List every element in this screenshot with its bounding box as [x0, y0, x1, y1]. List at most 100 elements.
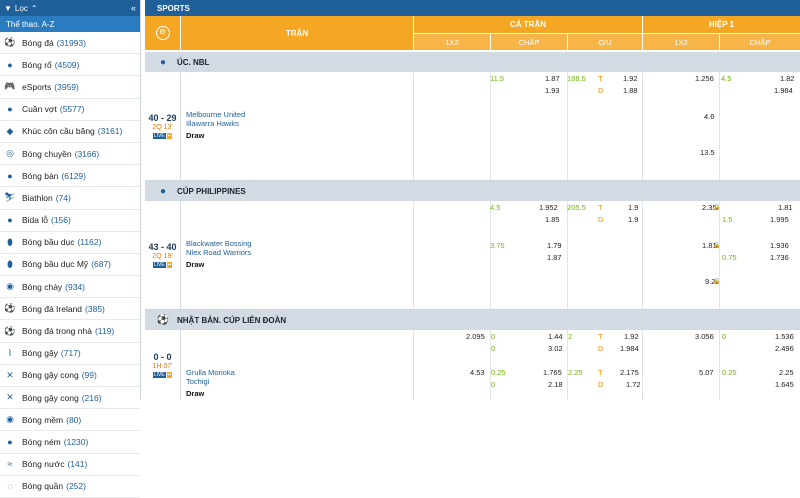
- ft-handicap-odds[interactable]: 1.44: [548, 332, 563, 341]
- h1-handicap-odds[interactable]: 1.81: [778, 203, 793, 212]
- h1-1x2-odds[interactable]: 1.256: [695, 74, 714, 83]
- league-name: ÚC. NBL: [177, 57, 210, 67]
- sidebar-item[interactable]: ≈ Bóng nước (141): [0, 454, 140, 476]
- sidebar-item[interactable]: ⬮ Bóng bầu dục Mỹ (687): [0, 254, 140, 277]
- ft-over-under-header: O/U: [568, 34, 642, 50]
- live-badge-icon[interactable]: LIVE: [152, 372, 166, 378]
- league-row[interactable]: ● ÚC. NBL: [145, 52, 800, 72]
- match-row: 43 - 40 2Q 19' LIVE ▪▪ Blackwater Bossing…: [145, 201, 800, 310]
- h1-handicap-odds[interactable]: 1.82: [780, 74, 795, 83]
- ft-ou-over-label: T: [598, 332, 603, 341]
- away-team[interactable]: Tochigi: [186, 377, 306, 386]
- volleyball-icon: ◎: [6, 148, 14, 159]
- sidebar-item[interactable]: ⚽ Bóng đá trong nhà (119): [0, 320, 140, 343]
- ft-ou-odds[interactable]: 1.92: [624, 332, 639, 341]
- sidebar-item[interactable]: ◉ Bóng chày (934): [0, 276, 140, 299]
- ft-1x2-odds[interactable]: 4.53: [470, 368, 485, 377]
- h1-handicap-odds[interactable]: 1.936: [770, 241, 789, 250]
- h1-1x2-odds[interactable]: 3.056: [695, 332, 714, 341]
- gamepad-icon: 🎮: [4, 81, 16, 92]
- sidebar-item[interactable]: ● Bóng ném (1230): [0, 431, 140, 454]
- h1-handicap-odds[interactable]: 1.984: [774, 86, 793, 95]
- h1-handicap-odds[interactable]: 1.645: [775, 380, 794, 389]
- h1-handicap-odds[interactable]: 1.536: [775, 332, 794, 341]
- ft-handicap-odds[interactable]: 1.93: [545, 86, 560, 95]
- match-period: 2Q 19': [152, 253, 173, 260]
- ft-ou-odds[interactable]: 1.984: [620, 344, 639, 353]
- ft-handicap-odds[interactable]: 1.87: [545, 74, 560, 83]
- league-row[interactable]: ● CÚP PHILIPPINES: [145, 181, 800, 201]
- sidebar-item-label: Bóng đá trong nhà: [22, 326, 92, 337]
- sidebar-item[interactable]: ◆ Khúc côn cầu băng (3161): [0, 121, 140, 143]
- sidebar-item-count: (4509): [54, 59, 80, 70]
- filter-button[interactable]: ▼ Lọc ⌃: [4, 4, 38, 13]
- ft-ou-odds[interactable]: 1.72: [626, 380, 641, 389]
- live-badge-icon[interactable]: LIVE: [152, 262, 166, 268]
- away-team[interactable]: Nlex Road Warriors: [186, 248, 306, 257]
- ft-handicap-odds[interactable]: 2.18: [548, 380, 563, 389]
- match-column-header: TRẬN: [181, 16, 413, 50]
- sidebar-item[interactable]: ⌇ Bóng gậy (717): [0, 343, 140, 365]
- h1-handicap-odds[interactable]: 1.736: [770, 253, 789, 262]
- first-half-header: HIỆP 1: [643, 16, 800, 33]
- h1-handicap-odds[interactable]: 2.496: [775, 344, 794, 353]
- ft-handicap-line: 0: [491, 344, 496, 353]
- h1-1x2-odds[interactable]: 5.07: [699, 368, 714, 377]
- ft-handicap-odds[interactable]: 1.765: [543, 368, 562, 377]
- ft-ou-odds[interactable]: 2.175: [620, 368, 639, 377]
- sidebar-item[interactable]: ● Cuần vợt (5577): [0, 99, 140, 121]
- soccer-ball-icon: ⚽: [156, 314, 170, 326]
- live-badge-icon[interactable]: LIVE: [152, 133, 166, 139]
- ft-handicap-odds[interactable]: 1.85: [545, 215, 560, 224]
- sidebar-item-count: (6129): [61, 170, 86, 181]
- ft-handicap-odds[interactable]: 1.87: [547, 253, 562, 262]
- stats-badge-icon[interactable]: ▪▪: [166, 262, 173, 268]
- h1-handicap-line: 0: [722, 332, 727, 341]
- collapse-sidebar-icon[interactable]: «: [131, 3, 136, 13]
- home-team[interactable]: Melbourne United: [186, 110, 306, 119]
- match-teams: Grulla Morioka Tochigi Draw: [186, 368, 306, 398]
- sidebar-item[interactable]: ◌ Bóng quần (252): [0, 476, 140, 498]
- stats-badge-icon[interactable]: ▪▪: [166, 133, 173, 139]
- sidebar-item[interactable]: ⛷ Biathlon (74): [0, 187, 140, 210]
- match-row: 0 - 0 1H 07' LIVE ▪▪ Grulla Morioka Tochi…: [145, 330, 800, 400]
- h1-handicap-line: 1.5: [722, 215, 733, 224]
- h1-handicap-odds[interactable]: 2.25: [779, 368, 794, 377]
- sidebar-item[interactable]: 🎮 eSports (3959): [0, 76, 140, 99]
- sidebar-item[interactable]: ⬮ Bóng bầu dục (1162): [0, 232, 140, 254]
- h1-1x2-odds[interactable]: 13.5: [700, 148, 715, 157]
- sidebar-item[interactable]: ● Bida lỗ (156): [0, 210, 140, 232]
- sidebar-item[interactable]: ✕ Bóng gậy cong (99): [0, 365, 140, 387]
- h1-handicap-odds[interactable]: 1.995: [770, 215, 789, 224]
- league-row[interactable]: ⚽ NHẬT BẢN. CÚP LIÊN ĐOÀN: [145, 310, 800, 330]
- h1-1x2-odds[interactable]: 4.6: [704, 112, 714, 121]
- sidebar-item[interactable]: ⚽ Bóng đá (31993): [0, 32, 140, 55]
- ft-handicap-odds[interactable]: 1.952: [539, 203, 558, 212]
- ft-1x2-odds[interactable]: 2.095: [466, 332, 485, 341]
- sidebar-item-label: Bida lỗ: [22, 215, 48, 226]
- handball-icon: ●: [7, 436, 13, 447]
- home-team[interactable]: Blackwater Bossing: [186, 239, 306, 248]
- ft-ou-odds[interactable]: 1.9: [628, 203, 638, 212]
- match-period: 2Q 13': [152, 124, 173, 131]
- ft-handicap-odds[interactable]: 1.79: [547, 241, 562, 250]
- ft-ou-odds[interactable]: 1.88: [623, 86, 638, 95]
- soccer-ball-icon: ⚽: [4, 37, 16, 48]
- sidebar-item-label: Bóng chày: [22, 281, 63, 292]
- ft-ou-odds[interactable]: 1.92: [623, 74, 638, 83]
- sidebar-item[interactable]: ● Bóng rổ (4509): [0, 54, 140, 77]
- ft-handicap-odds[interactable]: 3.02: [548, 344, 563, 353]
- ft-ou-under-label: D: [598, 86, 604, 95]
- away-team[interactable]: Illawarra Hawks: [186, 119, 306, 128]
- ft-ou-odds[interactable]: 1.9: [628, 215, 638, 224]
- sidebar-item[interactable]: ◎ Bóng chuyền (3166): [0, 143, 140, 166]
- sidebar-item[interactable]: ⚽ Bóng đá Ireland (385): [0, 298, 140, 321]
- sidebar-item[interactable]: ✕ Bóng gậy cong (216): [0, 387, 140, 410]
- stats-badge-icon[interactable]: ▪▪: [166, 372, 173, 378]
- h1-handicap-line: 0.25: [722, 368, 737, 377]
- basketball-icon: ●: [7, 59, 13, 70]
- sidebar-item-count: (252): [66, 481, 86, 492]
- sidebar-item[interactable]: ◉ Bóng mềm (80): [0, 409, 140, 432]
- home-team[interactable]: Grulla Morioka: [186, 368, 306, 377]
- sidebar-item[interactable]: ● Bóng bàn (6129): [0, 165, 140, 188]
